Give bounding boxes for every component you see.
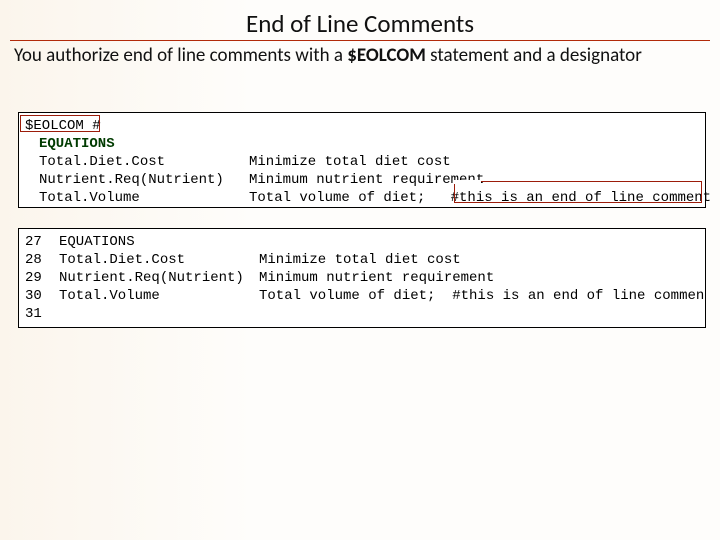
code-col-name: Total.Volume [39, 189, 249, 207]
listing-code-box: 27EQUATIONS 28Total.Diet.CostMinimize to… [18, 228, 706, 328]
line-number: 31 [25, 305, 59, 323]
listing-row: 31 [25, 305, 699, 323]
slide-title: End of Line Comments [0, 8, 720, 39]
source-code-box: $EOLCOM # EQUATIONS Total.Diet.CostMinim… [18, 112, 706, 208]
subtitle-pre: You authorize end of line comments with … [14, 44, 347, 67]
listing-col-name: Total.Diet.Cost [59, 251, 259, 269]
listing-col-desc: Minimum nutrient requirement [259, 270, 494, 286]
subtitle-post: statement and a designator [426, 44, 642, 67]
line-number: 30 [25, 287, 59, 305]
line-number: 29 [25, 269, 59, 287]
line-number: 27 [25, 233, 59, 251]
listing-col-name: Total.Volume [59, 287, 259, 305]
slide-subtitle: You authorize end of line comments with … [14, 44, 714, 68]
code-col-desc: Minimum nutrient requirement [249, 172, 484, 188]
code-line: Nutrient.Req(Nutrient)Minimum nutrient r… [25, 171, 699, 189]
code-line-eolcom: $EOLCOM # [25, 117, 699, 135]
listing-row: 28Total.Diet.CostMinimize total diet cos… [25, 251, 699, 269]
title-underline [10, 40, 710, 41]
code-col-desc: Total volume of diet; #this is an end of… [249, 190, 711, 206]
code-col-name: Nutrient.Req(Nutrient) [39, 171, 249, 189]
code-col-desc: Minimize total diet cost [249, 154, 451, 170]
line-number: 28 [25, 251, 59, 269]
listing-col-desc: Total volume of diet; #this is an end of… [259, 288, 706, 304]
listing-row: 30Total.VolumeTotal volume of diet; #thi… [25, 287, 699, 305]
code-line: Total.VolumeTotal volume of diet; #this … [25, 189, 699, 207]
listing-row: 29Nutrient.Req(Nutrient)Minimum nutrient… [25, 269, 699, 287]
code-col-name: Total.Diet.Cost [39, 153, 249, 171]
listing-row: 27EQUATIONS [25, 233, 699, 251]
listing-col-name: Nutrient.Req(Nutrient) [59, 269, 259, 287]
listing-col-desc: Minimize total diet cost [259, 252, 461, 268]
subtitle-keyword: $EOLCOM [347, 44, 426, 67]
code-line: Total.Diet.CostMinimize total diet cost [25, 153, 699, 171]
code-line-equations: EQUATIONS [25, 135, 699, 153]
listing-col-name: EQUATIONS [59, 233, 259, 251]
